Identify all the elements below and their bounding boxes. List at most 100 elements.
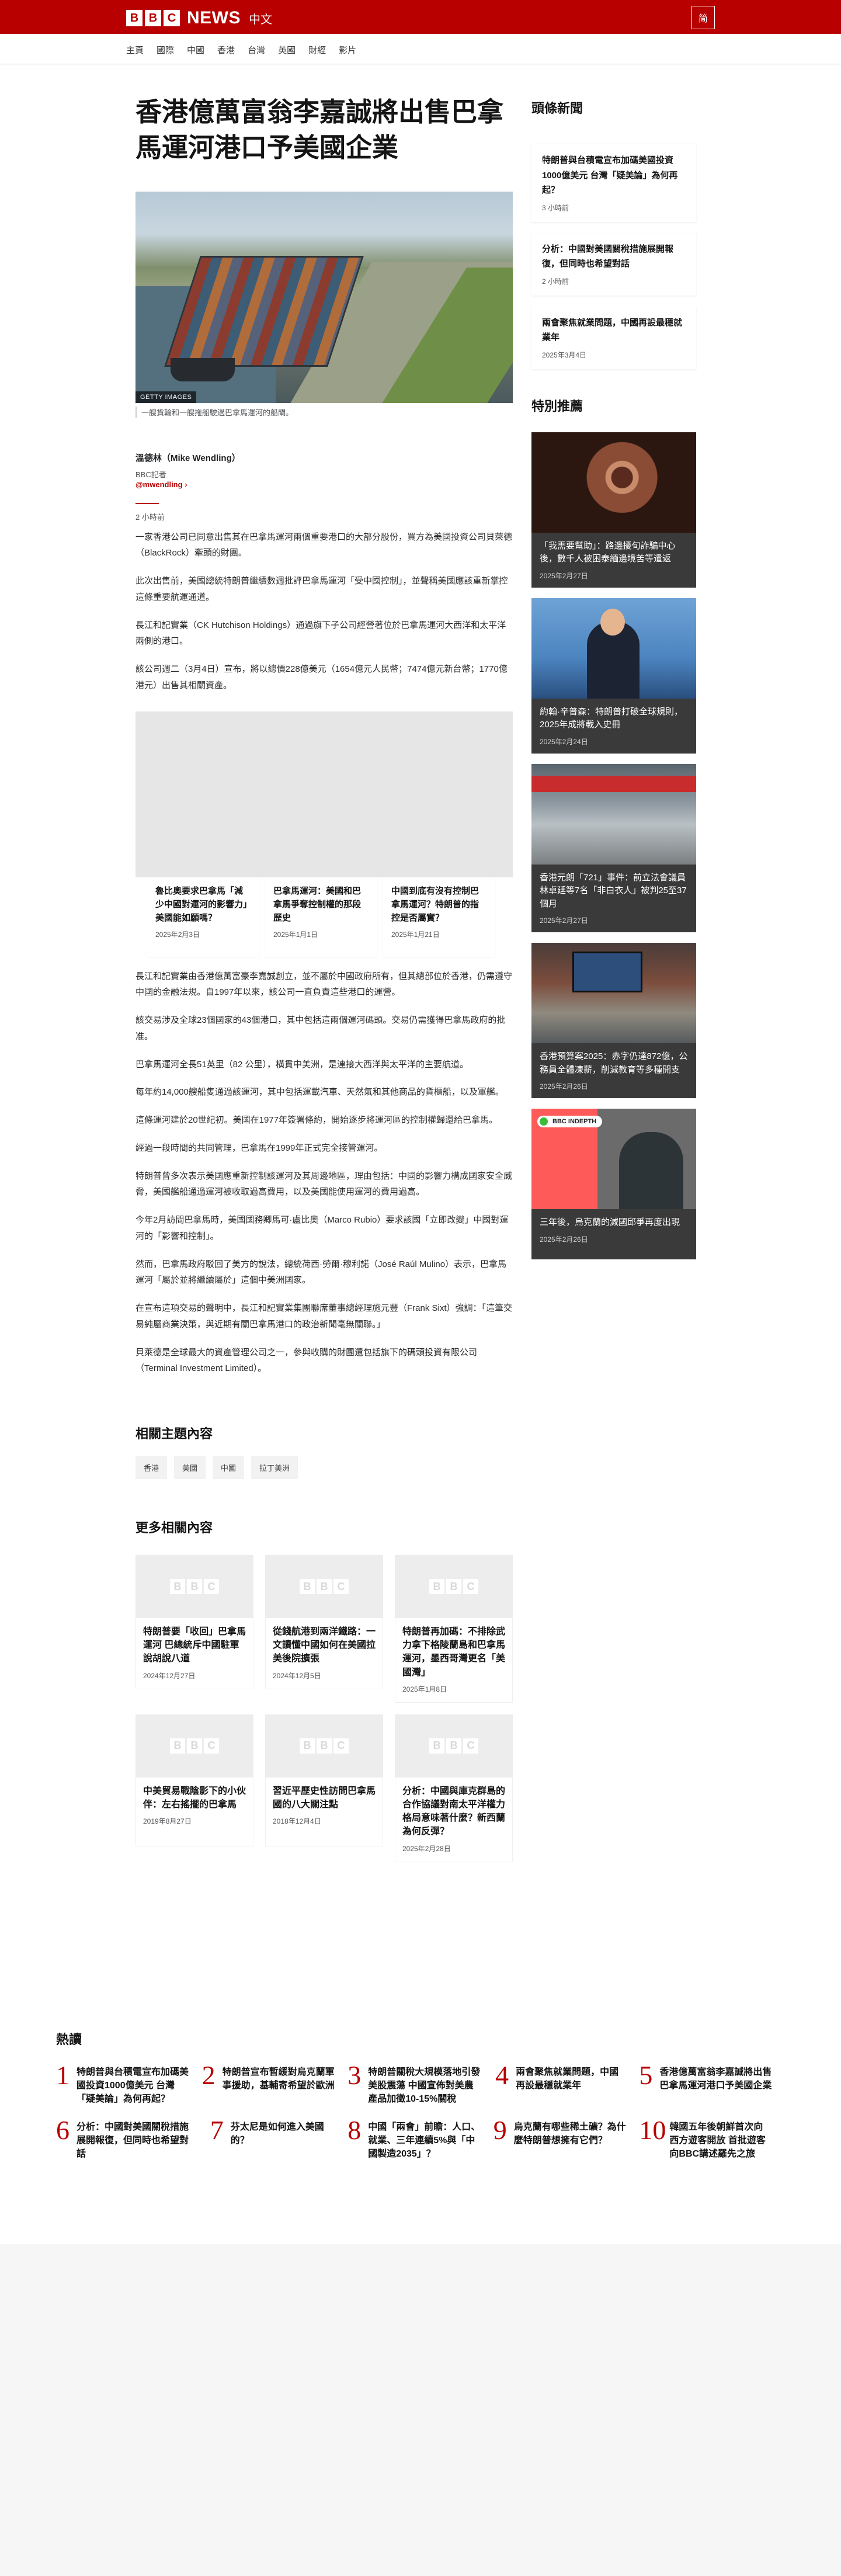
featured-date: 2025年2月24日	[540, 737, 588, 746]
image-credit: GETTY IMAGES	[135, 391, 197, 403]
author-role: BBC記者	[135, 470, 166, 479]
bbc-letter: B	[429, 1579, 444, 1594]
promo-card[interactable]: 巴拿馬運河：美國和巴拿馬爭奪控制權的那段歷史 2025年1月1日	[265, 877, 377, 957]
most-read-item[interactable]: 2 特朗普宣布暫緩對烏克蘭軍事援助，基輔寄希望於歐洲	[202, 2062, 348, 2106]
hero-tugboat	[171, 357, 235, 381]
top-story-card[interactable]: 特朗普與台積電宣布加碼美國投資1000億美元 台灣「疑美論」為何再起？ 3 小時…	[531, 144, 696, 222]
promo-card[interactable]: 中國到底有沒有控制巴拿馬運河？特朗普的指控是否屬實？ 2025年1月21日	[383, 877, 495, 957]
related-story-card[interactable]: BBC 特朗普要「收回」巴拿馬運河 巴總統斥中國駐軍說胡說八道 2024年12月2…	[135, 1555, 253, 1703]
nav-item-china[interactable]: 中國	[187, 44, 204, 56]
station-sign	[531, 775, 696, 792]
bbc-placeholder-image: BBC	[135, 1714, 253, 1777]
featured-title-text: 三年後，烏克蘭的減國邱爭再度出現	[540, 1217, 680, 1227]
featured-card[interactable]: 香港預算案2025：赤字仍達872億，公務員全體凍薪，削減教育等多種開支 2025…	[531, 943, 696, 1098]
featured-card[interactable]: 約翰·辛普森：特朗普打破全球規則，2025年成將載入史冊 2025年2月24日	[531, 598, 696, 754]
top-story-time: 2025年3月4日	[542, 350, 587, 359]
featured-image-speaker	[531, 598, 696, 699]
top-story-card[interactable]: 分析：中國對美國關稅措施展開報復，但同時也希望對話 2 小時前	[531, 232, 696, 296]
nav-item-taiwan[interactable]: 台灣	[248, 44, 265, 56]
most-read: 熱讀 1 特朗普與台積電宣布加碼美國投資1000億美元 台灣「疑美論」為何再起？ …	[56, 2029, 785, 2161]
more-related: 更多相關內容 BBC 特朗普要「收回」巴拿馬運河 巴總統斥中國駐軍說胡說八道 20…	[135, 1518, 513, 1862]
nav-item-hongkong[interactable]: 香港	[217, 44, 235, 56]
simplified-chinese-toggle-button[interactable]: 简	[691, 6, 715, 29]
bbc-letter: B	[170, 1738, 185, 1754]
rank-number: 6	[56, 2115, 69, 2145]
bbc-letter: B	[187, 1738, 202, 1754]
most-read-item[interactable]: 5 香港億萬富翁李嘉誠將出售巴拿馬運河港口予美國企業	[639, 2062, 785, 2106]
related-topics-title: 相關主題內容	[135, 1426, 213, 1441]
related-story-card[interactable]: BBC 從錢航港到兩洋鐵路：一文讀懂中國如何在美國拉美後院擴張 2024年12月5…	[265, 1555, 383, 1703]
most-read-item[interactable]: 4 兩會聚焦就業問題，中國再設最穩就業年	[494, 2062, 640, 2106]
figure-silhouette	[619, 1132, 683, 1209]
related-story-title: 分析：中國與庫克群島的合作協議對南太平洋權力格局意味著什麼？新西蘭為何反彈？	[402, 1786, 506, 1837]
featured-date: 2025年2月27日	[540, 571, 588, 580]
bbc-letter: B	[429, 1738, 444, 1754]
topic-tag[interactable]: 拉丁美洲	[251, 1456, 298, 1479]
promo-card[interactable]: 魯比奧要求巴拿馬「減少中國對運河的影響力」美國能如願嗎？ 2025年2月3日	[147, 877, 259, 957]
most-read-title-text: 韓國五年後朝鮮首次向西方遊客開放 首批遊客向BBC講述羅先之旅	[669, 2122, 766, 2159]
most-read-item[interactable]: 3 特朗普關稅大規模落地引發美股震蕩 中國宣佈對美農產品加徵10-15%關稅	[347, 2062, 494, 2106]
featured-card[interactable]: BBC INDEPTH 三年後，烏克蘭的減國邱爭再度出現 2025年2月26日	[531, 1109, 696, 1259]
main-content: 香港億萬富翁李嘉誠將出售巴拿馬運河港口予美國企業 GETTY IMAGES 一艘…	[0, 65, 841, 2244]
related-story-date: 2025年1月8日	[402, 1685, 447, 1693]
topic-tag[interactable]: 美國	[174, 1456, 206, 1479]
related-story-title: 習近平歷史性訪問巴拿馬國的八大關注點	[273, 1786, 376, 1810]
top-story-time: 2 小時前	[542, 277, 569, 286]
author-social-link[interactable]: @mwendling ›	[135, 480, 187, 489]
nav-item-world[interactable]: 國際	[157, 44, 174, 56]
nav-item-business[interactable]: 財經	[308, 44, 326, 56]
article-paragraph: 該交易涉及全球23個國家的43個港口，其中包括這兩個運河碼頭。交易仍需獲得巴拿馬…	[135, 1015, 506, 1041]
article-headline: 香港億萬富翁李嘉誠將出售巴拿馬運河港口予美國企業	[135, 97, 504, 162]
nav-item-home[interactable]: 主頁	[126, 44, 144, 56]
bbc-placeholder-image: BBC	[265, 1555, 383, 1618]
featured-date: 2025年2月26日	[540, 1235, 588, 1244]
most-read-title-text: 分析：中國對美國關稅措施展開報復，但同時也希望對話	[77, 2122, 189, 2159]
rank-number: 9	[493, 2115, 507, 2145]
related-story-card[interactable]: BBC 習近平歷史性訪問巴拿馬國的八大關注點 2018年12月4日	[265, 1714, 383, 1862]
most-read-item[interactable]: 1 特朗普與台積電宣布加碼美國投資1000億美元 台灣「疑美論」為何再起？	[56, 2062, 202, 2106]
nav-item-video[interactable]: 影片	[339, 44, 356, 56]
most-read-item[interactable]: 7 芬太尼是如何進入美國的？	[202, 2116, 348, 2161]
article-paragraph: 該公司週二（3月4日）宣布，將以總價228億美元（1654億元人民幣；7474億…	[135, 664, 508, 690]
promo-card-date: 2025年2月3日	[155, 931, 200, 939]
related-topics: 相關主題內容 香港 美國 中國 拉丁美洲	[135, 1424, 513, 1479]
featured-date: 2025年2月27日	[540, 916, 588, 925]
byline-divider	[135, 502, 159, 504]
topic-tag[interactable]: 香港	[135, 1456, 168, 1479]
featured-image-legco	[531, 943, 696, 1043]
promo-card-date: 2025年1月21日	[391, 931, 440, 939]
top-story-title: 特朗普與台積電宣布加碼美國投資1000億美元 台灣「疑美論」為何再起？	[542, 155, 678, 195]
nav-item-uk[interactable]: 英國	[278, 44, 296, 56]
rank-number: 2	[201, 2060, 216, 2090]
featured-card[interactable]: 香港元朗「721」事件：前立法會議員林卓廷等7名「非白衣人」被判25至37個月 2…	[531, 763, 696, 932]
more-related-title: 更多相關內容	[135, 1520, 213, 1535]
most-read-item[interactable]: 9 烏克蘭有哪些稀土礦？為什麼特朗普想擁有它們？	[493, 2115, 640, 2161]
related-story-card[interactable]: BBC 特朗普再加碼：不排除武力拿下格陵蘭島和巴拿馬運河，墨西哥灣更名「美國灣」…	[395, 1555, 513, 1703]
most-read-item[interactable]: 10 韓國五年後朝鮮首次向西方遊客開放 首批遊客向BBC講述羅先之旅	[639, 2116, 785, 2161]
related-story-title: 特朗普再加碼：不排除武力拿下格陵蘭島和巴拿馬運河，墨西哥灣更名「美國灣」	[402, 1627, 506, 1678]
most-read-title-text: 芬太尼是如何進入美國的？	[230, 2122, 324, 2145]
bbc-letter: B	[317, 1738, 332, 1754]
top-story-card[interactable]: 兩會聚焦就業問題，中國再設最穩就業年 2025年3月4日	[531, 305, 696, 369]
bbc-news-logo[interactable]: B B C NEWS 中文	[126, 8, 272, 28]
page-footer-area	[0, 2244, 841, 2576]
featured-card[interactable]: 「我需要幫助」：路邊擾旬詐騙中心後，數千人被困泰緬邊境苦等遣返 2025年2月27…	[531, 432, 696, 588]
bbc-letter: C	[204, 1738, 219, 1754]
related-story-card[interactable]: BBC 分析：中國與庫克群島的合作協議對南太平洋權力格局意味著什麼？新西蘭為何反…	[395, 1714, 513, 1862]
related-story-title: 特朗普要「收回」巴拿馬運河 巴總統斥中國駐軍說胡說八道	[143, 1627, 246, 1664]
topic-tag[interactable]: 中國	[213, 1456, 245, 1479]
bbc-letter: B	[126, 10, 143, 26]
related-story-card[interactable]: BBC 中美貿易戰陰影下的小伙伴：左右搖擺的巴拿馬 2019年8月27日	[135, 1714, 253, 1862]
featured-title-text: 香港預算案2025：赤字仍達872億，公務員全體凍薪，削減教育等多種開支	[540, 1051, 688, 1075]
most-read-title-text: 兩會聚焦就業問題，中國再設最穩就業年	[516, 2067, 619, 2091]
bbc-letter: B	[145, 10, 161, 26]
article-paragraph: 然而，巴拿馬政府駁回了美方的說法，總統荷西·勞爾·穆利諾（José Raúl M…	[135, 1259, 507, 1286]
most-read-item[interactable]: 6 分析：中國對美國關稅措施展開報復，但同時也希望對話	[56, 2115, 202, 2161]
article-timestamp: 2 小時前	[135, 512, 165, 522]
promo-card-title: 魯比奧要求巴拿馬「減少中國對運河的影響力」美國能如願嗎？	[155, 886, 248, 924]
bbc-letter: B	[317, 1579, 332, 1594]
most-read-item[interactable]: 8 中國「兩會」前瞻：人口、就業、三年連續5%與「中國製造2035」？	[347, 2116, 494, 2161]
article-paragraph: 貝萊德是全球最大的資產管理公司之一，參與收購的財團還包括旗下的碼頭投資有限公司（…	[135, 1347, 478, 1374]
featured-title-text: 「我需要幫助」：路邊擾旬詐騙中心後，數千人被困泰緬邊境苦等遣返	[540, 540, 676, 564]
site-header: B B C NEWS 中文 简	[0, 0, 841, 34]
